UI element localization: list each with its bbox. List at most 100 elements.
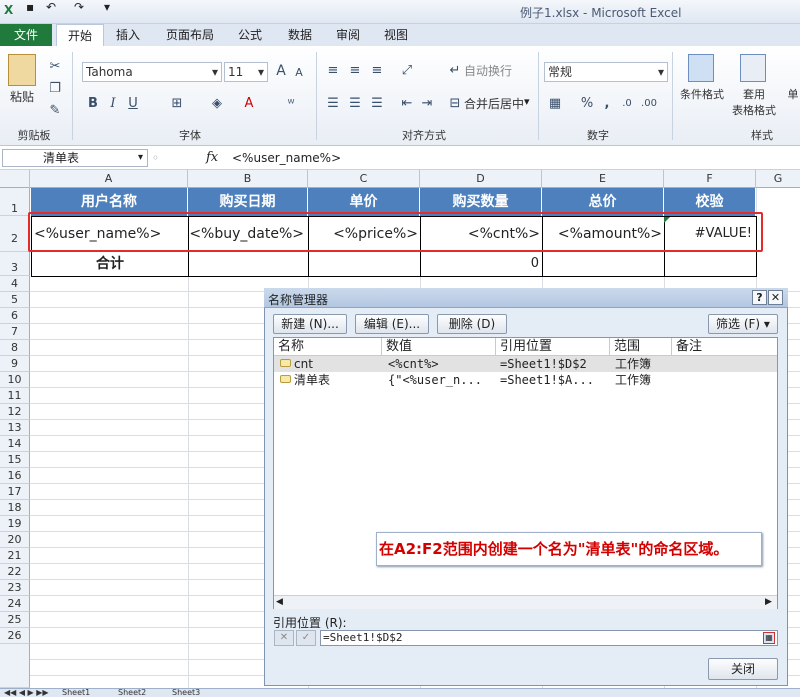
customize-quick-access-icon[interactable]: ▾	[104, 0, 110, 14]
align-top-icon[interactable]: ≡	[324, 62, 342, 80]
scroll-right-icon[interactable]: ▶	[765, 597, 772, 607]
tab-review[interactable]: 审阅	[326, 24, 370, 46]
row-header-25[interactable]: 25	[0, 612, 30, 628]
row-header-6[interactable]: 6	[0, 308, 30, 324]
font-name-combo[interactable]: Tahoma ▾	[82, 62, 222, 82]
row-header-20[interactable]: 20	[0, 532, 30, 548]
row-header-22[interactable]: 22	[0, 564, 30, 580]
column-header-e[interactable]: E	[542, 170, 664, 188]
row-header-14[interactable]: 14	[0, 436, 30, 452]
delete-name-button[interactable]: 删除 (D)	[437, 314, 507, 334]
sheet-tab-2[interactable]: Sheet2	[118, 688, 146, 697]
row-header-1[interactable]: 1	[0, 188, 30, 216]
tab-formulas[interactable]: 公式	[228, 24, 272, 46]
cell-d3[interactable]: 0	[420, 251, 543, 277]
merge-center-button[interactable]: 合并后居中	[464, 95, 524, 113]
row-header-16[interactable]: 16	[0, 468, 30, 484]
wrap-text-icon[interactable]: ↵	[446, 62, 464, 80]
align-left-icon[interactable]: ☰	[324, 95, 342, 113]
name-box[interactable]: 清单表 ▾	[2, 149, 148, 167]
italic-button[interactable]: I	[104, 95, 122, 113]
row-header-3[interactable]: 3	[0, 252, 30, 276]
sheet-tab-3[interactable]: Sheet3	[172, 688, 200, 697]
cell-c3[interactable]	[308, 251, 421, 277]
format-as-table-button-line2[interactable]: 表格格式	[726, 102, 782, 120]
new-name-button[interactable]: 新建 (N)...	[273, 314, 347, 334]
comma-style-button[interactable]: ,	[598, 95, 616, 113]
column-header-f[interactable]: F	[664, 170, 756, 188]
paste-button[interactable]: 粘贴	[6, 88, 38, 106]
row-header-2[interactable]: 2	[0, 216, 30, 252]
row-header-24[interactable]: 24	[0, 596, 30, 612]
row-header-10[interactable]: 10	[0, 372, 30, 388]
tab-page-layout[interactable]: 页面布局	[158, 24, 222, 46]
insert-function-button[interactable]: fx	[206, 150, 218, 165]
column-header-c[interactable]: C	[308, 170, 420, 188]
scroll-left-icon[interactable]: ◀	[276, 597, 283, 607]
number-format-combo[interactable]: 常规 ▾	[544, 62, 668, 82]
cell-e3[interactable]	[542, 251, 665, 277]
merge-center-icon[interactable]: ⊟	[446, 95, 464, 113]
tab-insert[interactable]: 插入	[108, 24, 148, 46]
cut-icon[interactable]: ✂	[46, 58, 64, 76]
tab-file[interactable]: 文件	[0, 24, 52, 46]
chevron-down-icon[interactable]: ▾	[524, 95, 530, 108]
list-header-comment[interactable]: 备注	[672, 338, 777, 355]
tab-home[interactable]: 开始	[56, 24, 104, 46]
cancel-edit-icon[interactable]: ✕	[274, 630, 294, 646]
cell-f3[interactable]	[664, 251, 757, 277]
row-header-8[interactable]: 8	[0, 340, 30, 356]
fill-color-icon[interactable]: ◈	[208, 95, 226, 113]
cell-b3[interactable]	[188, 251, 309, 277]
list-header-scope[interactable]: 范围	[610, 338, 672, 355]
row-header-12[interactable]: 12	[0, 404, 30, 420]
font-color-icon[interactable]: A	[240, 95, 258, 113]
formula-input[interactable]: <%user_name%>	[232, 151, 341, 165]
borders-icon[interactable]: ⊞	[168, 95, 186, 113]
format-painter-icon[interactable]: ✎	[46, 102, 64, 120]
row-header-9[interactable]: 9	[0, 356, 30, 372]
dialog-close-icon[interactable]: ✕	[768, 290, 783, 305]
paste-icon[interactable]	[8, 54, 36, 86]
row-header-11[interactable]: 11	[0, 388, 30, 404]
undo-icon[interactable]: ↶	[46, 0, 56, 14]
bold-button[interactable]: B	[84, 95, 102, 113]
edit-name-button[interactable]: 编辑 (E)...	[355, 314, 429, 334]
row-header-4[interactable]: 4	[0, 276, 30, 292]
list-header-value[interactable]: 数值	[382, 338, 496, 355]
row-header-21[interactable]: 21	[0, 548, 30, 564]
tab-data[interactable]: 数据	[278, 24, 322, 46]
column-header-b[interactable]: B	[188, 170, 308, 188]
accounting-format-icon[interactable]: ▦	[546, 95, 564, 113]
row-header-26[interactable]: 26	[0, 628, 30, 644]
format-as-table-icon[interactable]	[740, 54, 766, 82]
list-header-name[interactable]: 名称	[274, 338, 382, 355]
refers-to-input[interactable]: =Sheet1!$D$2	[320, 630, 778, 646]
collapse-dialog-icon[interactable]: ▦	[763, 632, 775, 644]
confirm-edit-icon[interactable]: ✓	[296, 630, 316, 646]
decrease-indent-icon[interactable]: ⇤	[398, 95, 416, 113]
redo-icon[interactable]: ↷	[74, 0, 84, 14]
shrink-font-button[interactable]: A	[290, 64, 308, 82]
row-header-5[interactable]: 5	[0, 292, 30, 308]
align-bottom-icon[interactable]: ≡	[368, 62, 386, 80]
sheet-nav-icon[interactable]: ◀◀ ◀ ▶ ▶▶	[4, 688, 49, 697]
column-header-d[interactable]: D	[420, 170, 542, 188]
row-header-17[interactable]: 17	[0, 484, 30, 500]
conditional-format-button[interactable]: 条件格式	[676, 86, 728, 104]
row-header-7[interactable]: 7	[0, 324, 30, 340]
increase-indent-icon[interactable]: ⇥	[418, 95, 436, 113]
save-icon[interactable]: ▪	[26, 0, 34, 14]
row-header-15[interactable]: 15	[0, 452, 30, 468]
increase-decimal-icon[interactable]: .0	[618, 95, 636, 113]
column-header-a[interactable]: A	[30, 170, 188, 188]
underline-button[interactable]: U	[124, 95, 142, 113]
horizontal-scrollbar[interactable]	[274, 595, 777, 609]
align-center-icon[interactable]: ☰	[346, 95, 364, 113]
help-button[interactable]: ?	[752, 290, 767, 305]
cell-styles-button[interactable]: 单	[786, 86, 800, 104]
column-header-g[interactable]: G	[756, 170, 800, 188]
cell-a3[interactable]: 合计	[31, 251, 189, 277]
wrap-text-button[interactable]: 自动换行	[464, 62, 512, 80]
grow-font-button[interactable]: A	[272, 62, 290, 80]
